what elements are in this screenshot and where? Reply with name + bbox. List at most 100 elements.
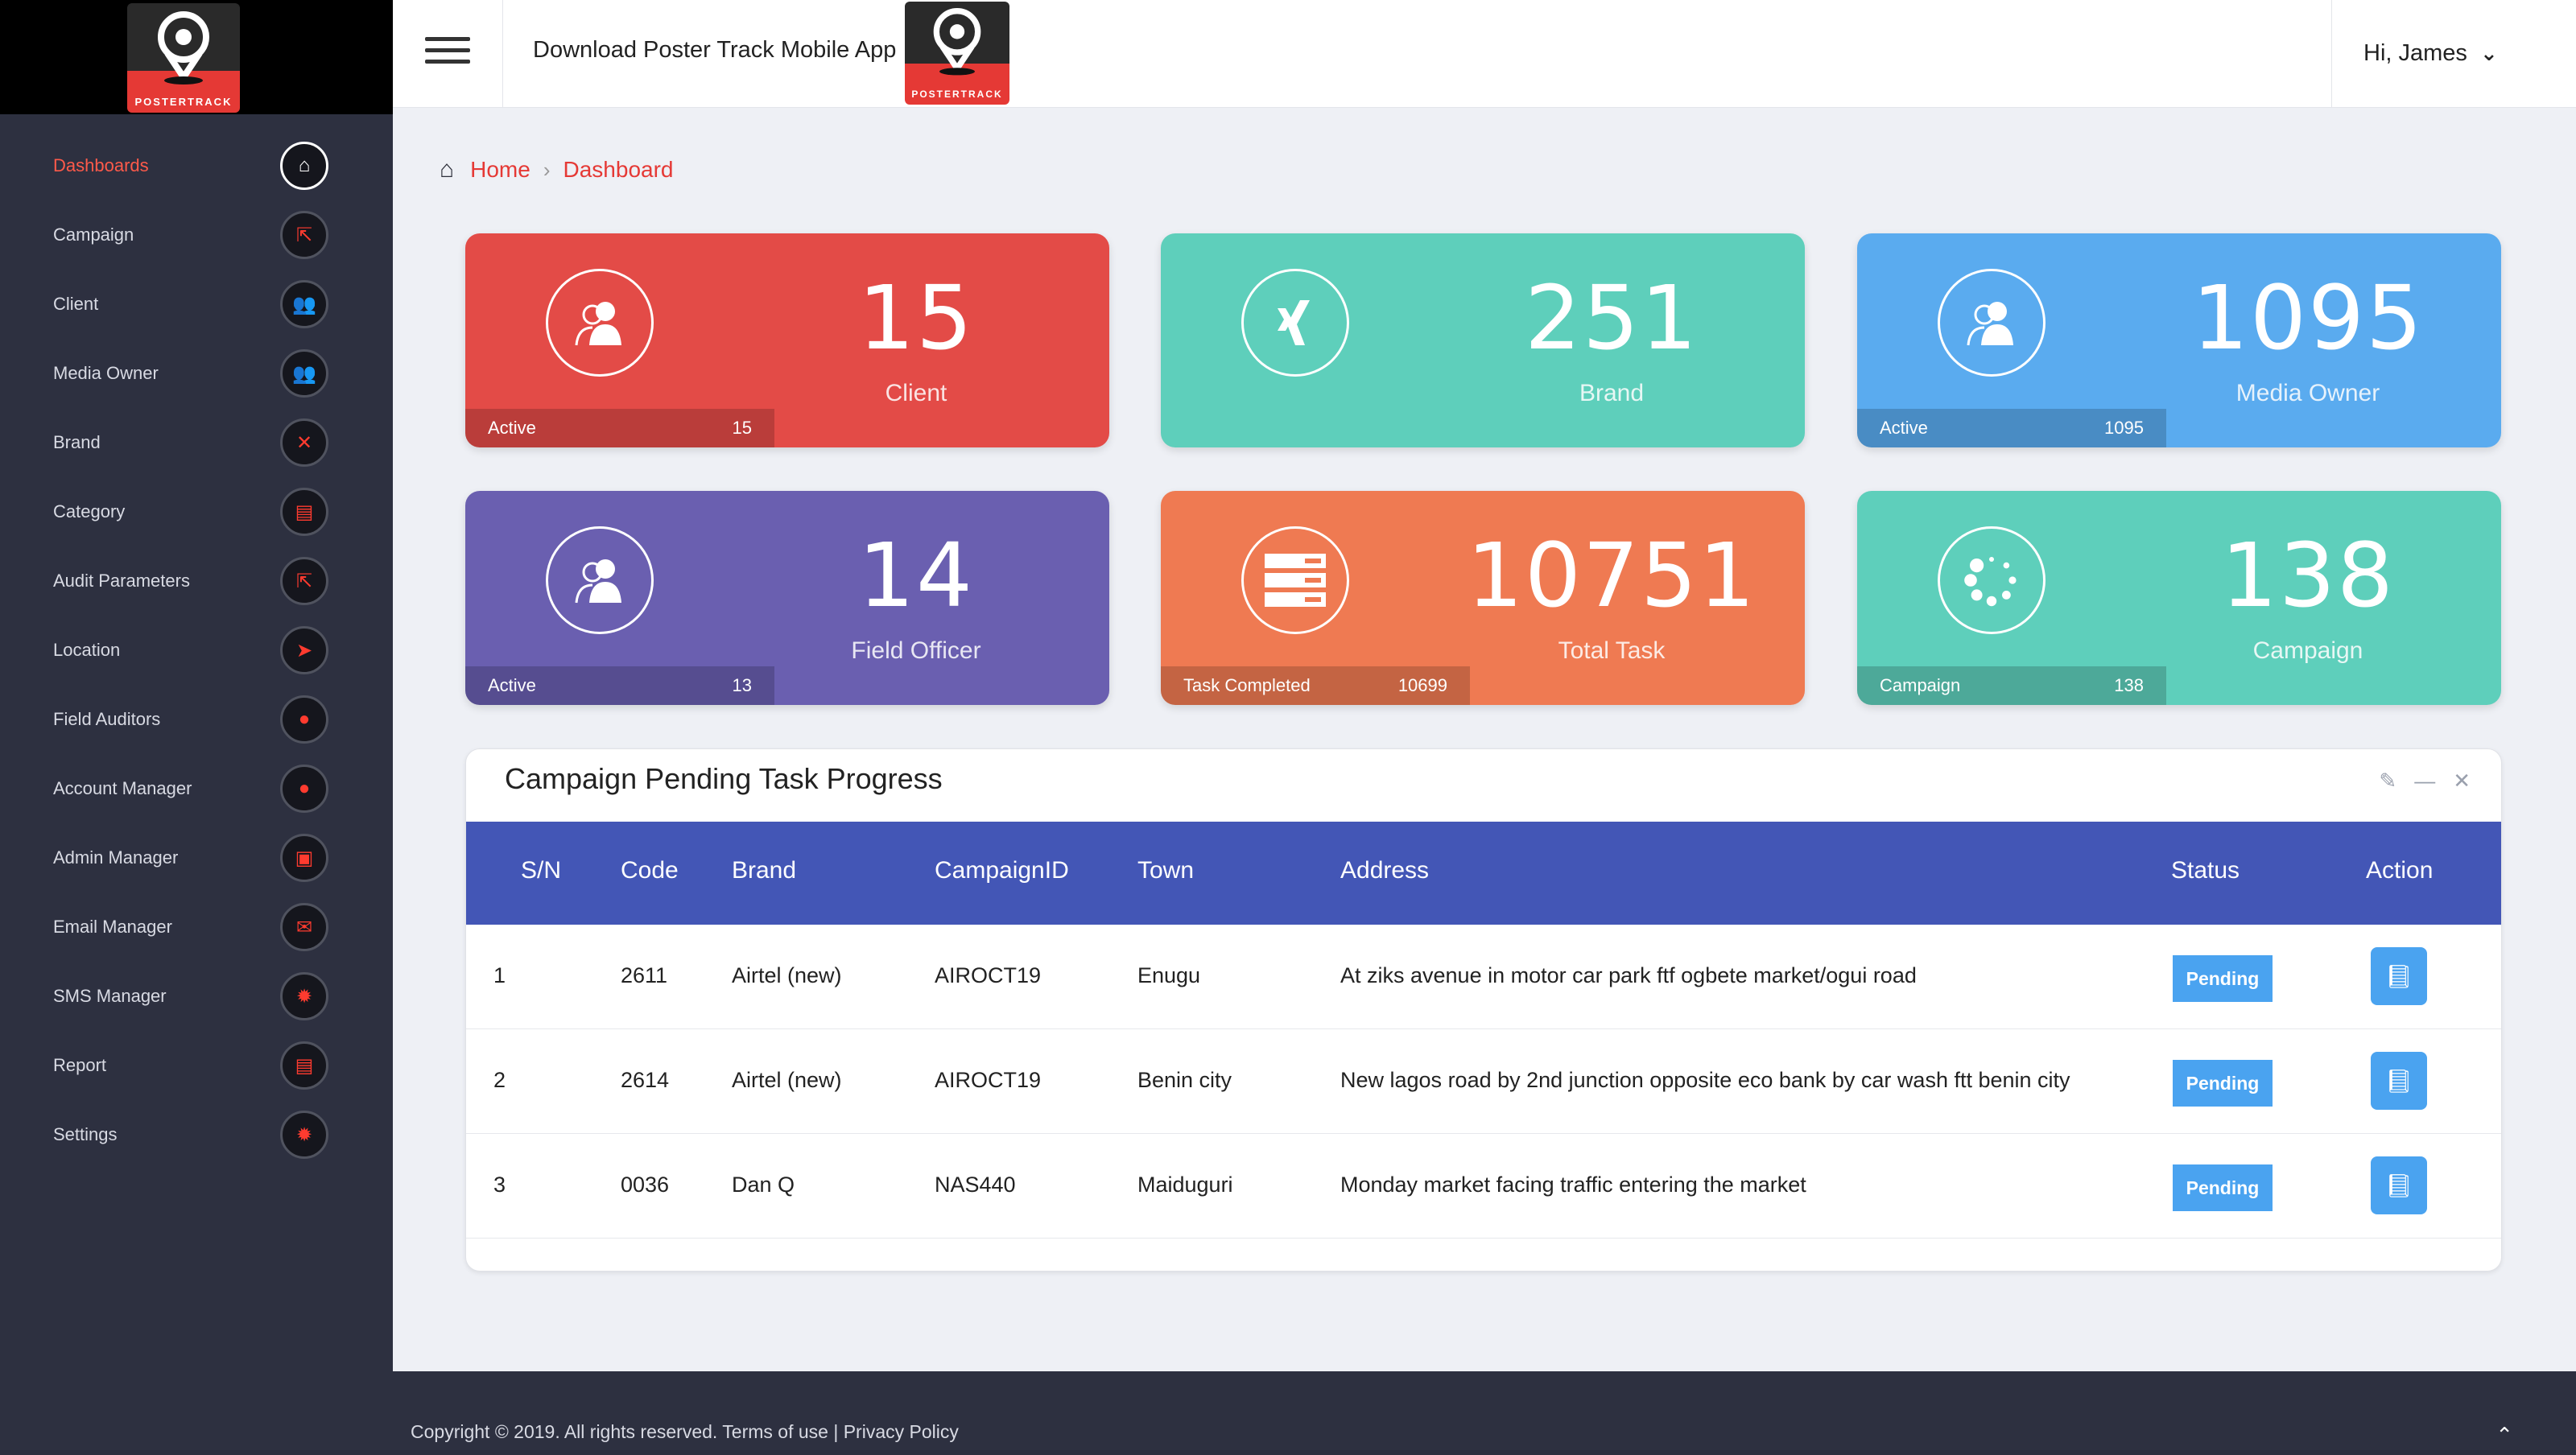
stat-footer-label: Active [488,418,536,438]
table-header: S/N Code Brand CampaignID Town Address Status A… [466,822,2501,925]
postertrack-logo[interactable]: POSTERTRACK [127,3,240,113]
minus-icon[interactable]: — [2414,769,2435,793]
cell-town: Enugu [1137,963,1201,987]
envelope-icon: ✉ [280,903,328,951]
sidebar-item-label: Campaign [53,225,134,245]
stat-value: 251 [1525,266,1699,369]
breadcrumb: ⌂ Home › Dashboard [440,156,673,183]
column-header[interactable]: Code [621,857,679,884]
sidebar-item-category[interactable]: Category ▤ [0,477,393,546]
stat-label: Client [885,380,947,406]
privacy-link[interactable]: Privacy Policy [844,1421,959,1442]
sidebar-item-admin-manager[interactable]: Admin Manager ▣ [0,823,393,892]
logo-area: POSTERTRACK [0,0,393,114]
sidebar-item-client[interactable]: Client 👥 [0,270,393,339]
campaign-card[interactable]: 138 Campaign Campaign 138 [1857,491,2501,705]
column-header[interactable]: Town [1137,857,1194,884]
sidebar-item-audit-parameters[interactable]: Audit Parameters ⇱ [0,546,393,616]
scroll-top-icon[interactable]: ⌃ [2496,1423,2513,1448]
column-header[interactable]: CampaignID [935,857,1069,884]
stat-value: 14 [858,524,974,627]
stat-footer: Task Completed 10699 [1161,666,1470,705]
logo-text: POSTERTRACK [911,89,1003,100]
stat-footer: Active 13 [465,666,774,705]
table-row[interactable]: 2 2614 Airtel (new) AIROCT19 Benin city New l… [466,1029,2501,1134]
cell-address: At ziks avenue in motor car park ftf ogb… [1340,963,1917,987]
sidebar-item-label: Admin Manager [53,847,179,868]
users-icon [546,269,654,377]
column-header[interactable]: Action [2366,857,2433,884]
download-app-link[interactable]: Download Poster Track Mobile App [533,37,896,64]
sidebar-item-brand[interactable]: Brand ✕ [0,408,393,477]
client-card[interactable]: 15 Client Active 15 [465,233,1109,447]
user-icon: ● [280,695,328,744]
stat-label: Media Owner [2235,380,2380,406]
cell-campaign-id: AIROCT19 [935,1068,1042,1092]
view-button[interactable]: 📘︎ [2371,1156,2427,1214]
cell-code: 2611 [621,963,668,987]
sidebar-item-label: Location [53,640,121,660]
users-icon [546,526,654,634]
column-header[interactable]: S/N [521,857,561,884]
breadcrumb-separator: › [543,157,551,182]
stat-footer-label: Active [488,675,536,695]
sidebar-item-account-manager[interactable]: Account Manager ● [0,754,393,823]
cell-sn: 1 [493,963,506,987]
column-header[interactable]: Brand [732,857,796,884]
stat-value: 10751 [1467,524,1757,627]
field-officer-card[interactable]: 14 Field Officer Active 13 [465,491,1109,705]
panel-tools: ✎ — ✕ [2379,769,2471,793]
cell-brand: Airtel (new) [732,963,842,987]
stat-label: Total Task [1558,637,1666,664]
close-icon[interactable]: ✕ [2453,769,2471,793]
cell-address: New lagos road by 2nd junction opposite … [1340,1068,2070,1092]
server-icon [1241,526,1349,634]
cell-town: Maiduguri [1137,1173,1233,1197]
breadcrumb-home[interactable]: Home [470,157,530,183]
sidebar-item-label: Audit Parameters [53,571,190,591]
sidebar-item-label: Brand [53,432,101,452]
sidebar-item-location[interactable]: Location ➤ [0,616,393,685]
book-icon: ▤ [280,488,328,536]
sidebar-item-label: Category [53,501,126,521]
column-header[interactable]: Status [2171,857,2240,884]
users-icon: 👥 [280,280,328,328]
header-divider [502,0,503,108]
sidebar-item-dashboards[interactable]: Dashboards ⌂ [0,131,393,200]
user-menu[interactable]: Hi, James ⌄ [2363,40,2498,67]
table-row[interactable]: 1 2611 Airtel (new) AIROCT19 Enugu At ziks av… [466,925,2501,1029]
stat-footer: Active 1095 [1857,409,2166,447]
sidebar-item-campaign[interactable]: Campaign ⇱ [0,200,393,270]
view-button[interactable]: 📘︎ [2371,1052,2427,1110]
sidebar-item-report[interactable]: Report ▤ [0,1031,393,1100]
menu-toggle-icon[interactable] [425,37,470,66]
pencil-icon[interactable]: ✎ [2379,769,2396,793]
stat-value: 15 [858,266,974,369]
sidebar-item-sms-manager[interactable]: SMS Manager ✹ [0,962,393,1031]
terms-link[interactable]: Terms of use [722,1421,828,1442]
spinner-icon [1938,526,2046,634]
cell-address: Monday market facing traffic entering th… [1340,1173,1806,1197]
book-icon: ▤ [280,1041,328,1090]
media-owner-card[interactable]: 1095 Media Owner Active 1095 [1857,233,2501,447]
app-logo[interactable]: POSTERTRACK [905,2,1009,105]
stat-footer-value: 15 [732,418,752,438]
book-icon: 📘︎ [2384,1068,2413,1094]
breadcrumb-current: Dashboard [563,157,674,182]
total-task-card[interactable]: 10751 Total Task Task Completed 10699 [1161,491,1805,705]
column-header[interactable]: Address [1340,857,1429,884]
status-badge: Pending [2173,955,2273,1002]
sidebar-item-media-owner[interactable]: Media Owner 👥 [0,339,393,408]
sidebar-item-settings[interactable]: Settings ✹ [0,1100,393,1169]
sidebar-item-field-auditors[interactable]: Field Auditors ● [0,685,393,754]
user-greeting: Hi, James [2363,40,2467,66]
share-icon: ⇱ [280,211,328,259]
brand-card[interactable]: 251 Brand [1161,233,1805,447]
sidebar-item-email-manager[interactable]: Email Manager ✉ [0,892,393,962]
table-row[interactable]: 3 0036 Dan Q NAS440 Maiduguri Monday market f… [466,1134,2501,1239]
map-pin-icon [158,11,209,84]
view-button[interactable]: 📘︎ [2371,947,2427,1005]
sidebar-nav: Dashboards ⌂ Campaign ⇱ Client 👥 Media Owner 👥 B… [0,131,393,1169]
footer: Copyright © 2019. All rights reserved. T… [393,1371,2576,1455]
sidebar-item-label: SMS Manager [53,986,167,1006]
